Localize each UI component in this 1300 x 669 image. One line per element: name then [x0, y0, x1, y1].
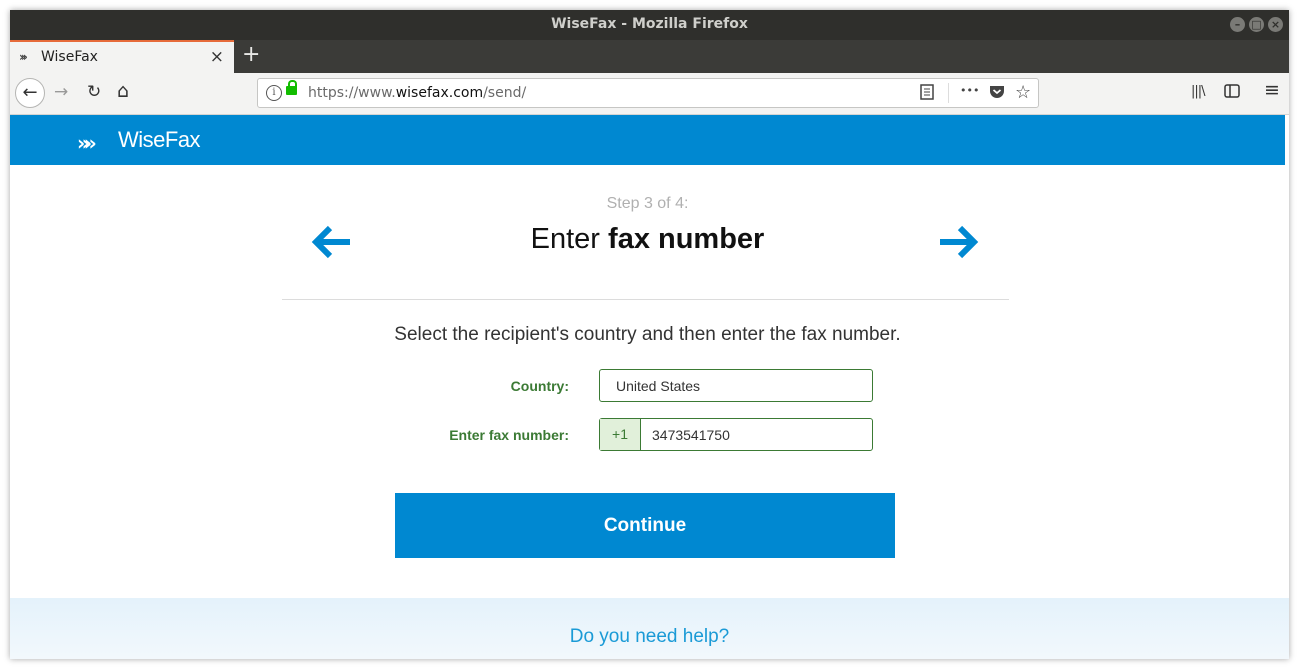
previous-step-arrow-icon[interactable] [310, 222, 354, 262]
url-bar-divider [948, 83, 949, 103]
title-bar: WiseFax - Mozilla Firefox – □ × [10, 10, 1289, 40]
info-icon[interactable]: i [266, 85, 282, 101]
pocket-icon[interactable] [989, 84, 1005, 103]
home-button[interactable]: ⌂ [117, 80, 129, 102]
site-header: »» WiseFax [10, 115, 1285, 165]
url-text[interactable]: https://www.wisefax.com/send/ [308, 85, 526, 101]
page-title-prefix: Enter [530, 223, 600, 255]
reader-view-icon[interactable] [920, 84, 934, 104]
reload-button[interactable]: ↻ [87, 82, 101, 102]
lock-icon[interactable] [286, 80, 297, 95]
minimize-button[interactable]: – [1230, 17, 1245, 32]
country-select[interactable]: United States [599, 369, 873, 402]
hamburger-menu-icon[interactable]: ≡ [1264, 79, 1280, 101]
page-title: Enter fax number [10, 223, 1285, 256]
next-step-arrow-icon[interactable] [936, 222, 980, 262]
tab-wisefax[interactable]: ››› WiseFax × [10, 40, 234, 73]
library-icon[interactable]: |||\ [1191, 84, 1205, 99]
page-title-bold: fax number [608, 223, 765, 255]
wisefax-logo-icon[interactable]: »» [77, 131, 97, 155]
fax-number-field[interactable]: +1 3473541750 [599, 418, 873, 451]
close-window-button[interactable]: × [1268, 17, 1283, 32]
country-label: Country: [510, 378, 569, 394]
forward-button[interactable]: → [54, 82, 68, 102]
page-content: »» WiseFax Step 3 of 4: Enter fax number… [10, 115, 1289, 659]
close-tab-icon[interactable]: × [210, 47, 224, 67]
help-link[interactable]: Do you need help? [10, 626, 1289, 648]
tab-title: WiseFax [41, 49, 98, 65]
continue-button[interactable]: Continue [395, 493, 895, 558]
sidebar-icon[interactable] [1224, 83, 1240, 102]
wisefax-favicon-icon: ››› [19, 50, 28, 64]
new-tab-button[interactable]: + [242, 42, 260, 67]
wisefax-logo-text[interactable]: WiseFax [118, 127, 201, 153]
bookmark-star-icon[interactable]: ☆ [1015, 82, 1031, 103]
back-button[interactable]: ← [15, 78, 45, 108]
navigation-toolbar: ← → ↻ ⌂ i https://www.wisefax.com/send/ … [10, 73, 1289, 115]
page-actions-icon[interactable]: ••• [960, 84, 979, 97]
country-value: United States [616, 378, 701, 394]
url-bar[interactable]: i https://www.wisefax.com/send/ ••• ☆ [257, 78, 1039, 108]
browser-window: WiseFax - Mozilla Firefox – □ × ››› Wise… [10, 10, 1289, 659]
window-title: WiseFax - Mozilla Firefox [551, 16, 748, 32]
section-divider [282, 299, 1009, 300]
step-indicator: Step 3 of 4: [606, 195, 689, 212]
maximize-button[interactable]: □ [1249, 17, 1264, 32]
fax-number-label: Enter fax number: [449, 427, 569, 443]
help-footer: Do you need help? [10, 598, 1289, 659]
instruction-text: Select the recipient's country and then … [394, 324, 901, 345]
country-code-prefix: +1 [600, 419, 641, 450]
tab-bar: ››› WiseFax × + [10, 40, 1289, 73]
fax-number-value[interactable]: 3473541750 [652, 427, 730, 443]
